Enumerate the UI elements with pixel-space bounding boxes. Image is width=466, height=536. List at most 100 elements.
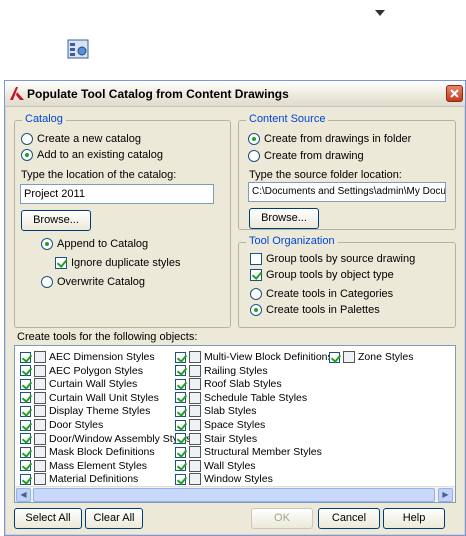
object-label: AEC Polygon Styles (49, 364, 143, 377)
radio-button[interactable] (250, 304, 262, 316)
dropdown-arrow-icon[interactable] (371, 6, 389, 20)
checkbox[interactable] (175, 433, 186, 445)
object-list-item[interactable]: Wall Styles (175, 459, 256, 473)
checkbox[interactable] (20, 433, 31, 445)
checkbox[interactable] (175, 446, 186, 458)
tool-catalog-icon[interactable] (67, 38, 91, 60)
select-all-button[interactable]: Select All (14, 508, 82, 529)
checkbox[interactable] (20, 351, 31, 363)
object-list-item[interactable]: Door Styles (20, 418, 103, 432)
radio-button[interactable] (41, 238, 53, 250)
radio-button[interactable] (248, 150, 260, 162)
checkbox[interactable] (55, 257, 67, 269)
create-new-catalog-label: Create a new catalog (37, 133, 141, 145)
checkbox[interactable] (175, 378, 186, 390)
object-list-item[interactable]: Mask Block Definitions (20, 445, 155, 459)
checkbox[interactable] (20, 460, 31, 472)
object-list-item[interactable]: Space Styles (175, 418, 265, 432)
object-list-item[interactable]: AEC Polygon Styles (20, 364, 143, 378)
checkbox[interactable] (175, 405, 186, 417)
objects-list[interactable]: AEC Dimension Styles AEC Polygon Styles Cu… (14, 345, 456, 503)
object-list-item[interactable]: Slab Styles (175, 404, 257, 418)
object-list-item[interactable]: Structural Member Styles (175, 445, 322, 459)
objects-heading: Create tools for the following objects: (17, 331, 198, 343)
create-new-catalog-radio[interactable]: Create a new catalog (21, 133, 141, 145)
catalog-group: Catalog Create a new catalog Add to an e… (14, 113, 231, 328)
checkbox[interactable] (175, 392, 186, 404)
horizontal-scrollbar[interactable]: ◀ ▶ (15, 486, 455, 502)
add-existing-catalog-radio[interactable]: Add to an existing catalog (21, 149, 163, 161)
radio-button[interactable] (250, 288, 262, 300)
checkbox[interactable] (20, 405, 31, 417)
checkbox[interactable] (20, 419, 31, 431)
object-list-item[interactable]: Curtain Wall Styles (20, 377, 137, 391)
scroll-right-button[interactable]: ▶ (438, 488, 453, 502)
checkbox[interactable] (329, 351, 340, 363)
object-list-item[interactable]: Curtain Wall Unit Styles (20, 391, 159, 405)
object-label: Curtain Wall Styles (49, 378, 138, 391)
object-list-item[interactable]: Roof Slab Styles (175, 377, 282, 391)
object-list-item[interactable]: Door/Window Assembly Styles (20, 432, 191, 446)
object-list-item[interactable]: Schedule Table Styles (175, 391, 307, 405)
object-label: Mask Block Definitions (49, 446, 155, 459)
ignore-duplicates-checkbox[interactable]: Ignore duplicate styles (55, 257, 180, 269)
group-by-drawing-checkbox[interactable]: Group tools by source drawing (250, 253, 415, 265)
object-label: Display Theme Styles (49, 405, 151, 418)
scroll-thumb[interactable] (33, 488, 435, 502)
radio-button[interactable] (248, 133, 260, 145)
clear-all-button[interactable]: Clear All (85, 508, 143, 529)
checkbox[interactable] (20, 392, 31, 404)
help-button[interactable]: Help (383, 508, 445, 529)
from-drawing-radio[interactable]: Create from drawing (248, 150, 364, 162)
object-list-item[interactable]: Material Definitions (20, 472, 138, 486)
radio-button[interactable] (21, 133, 33, 145)
scroll-left-button[interactable]: ◀ (16, 488, 31, 502)
overwrite-catalog-radio[interactable]: Overwrite Catalog (41, 276, 145, 288)
checkbox[interactable] (20, 446, 31, 458)
object-label: Stair Styles (204, 432, 258, 445)
object-list-item[interactable]: Multi-View Block Definitions (175, 350, 333, 364)
checkbox[interactable] (250, 253, 262, 265)
source-browse-button[interactable]: Browse... (249, 208, 319, 229)
object-list-item[interactable]: Railing Styles (175, 364, 268, 378)
radio-button[interactable] (41, 276, 53, 288)
checkbox[interactable] (175, 473, 186, 485)
ok-button[interactable]: OK (251, 508, 313, 529)
close-button[interactable] (446, 85, 463, 102)
source-location-input[interactable]: C:\Documents and Settings\admin\My Docum… (248, 182, 446, 202)
object-type-icon (189, 419, 201, 431)
group-by-type-checkbox[interactable]: Group tools by object type (250, 269, 394, 281)
tools-in-categories-radio[interactable]: Create tools in Categories (250, 288, 393, 300)
object-list-item[interactable]: Zone Styles (329, 350, 413, 364)
object-list-item[interactable]: Stair Styles (175, 432, 257, 446)
object-list-item[interactable]: Window Styles (175, 472, 273, 486)
tool-organization-group: Tool Organization Group tools by source … (238, 235, 456, 328)
radio-button[interactable] (21, 149, 33, 161)
object-type-icon (34, 378, 46, 391)
checkbox[interactable] (175, 351, 186, 363)
close-icon (450, 89, 459, 98)
cancel-button[interactable]: Cancel (318, 508, 380, 529)
append-catalog-radio[interactable]: Append to Catalog (41, 238, 148, 250)
checkbox[interactable] (20, 378, 31, 390)
object-type-icon (189, 432, 201, 445)
checkbox[interactable] (175, 365, 186, 377)
tools-in-palettes-radio[interactable]: Create tools in Palettes (250, 304, 380, 316)
catalog-location-input[interactable]: Project 2011 (20, 184, 214, 204)
checkbox[interactable] (20, 473, 31, 485)
group-by-drawing-label: Group tools by source drawing (266, 253, 416, 265)
checkbox[interactable] (20, 365, 31, 377)
catalog-browse-button[interactable]: Browse... (21, 210, 91, 231)
object-label: Window Styles (204, 473, 273, 486)
object-list-item[interactable]: Mass Element Styles (20, 459, 147, 473)
from-folder-radio[interactable]: Create from drawings in folder (248, 133, 411, 145)
checkbox[interactable] (250, 269, 262, 281)
object-type-icon (189, 378, 201, 391)
checkbox[interactable] (175, 419, 186, 431)
overwrite-catalog-label: Overwrite Catalog (57, 276, 146, 288)
object-list-item[interactable]: Display Theme Styles (20, 404, 150, 418)
object-list-item[interactable]: AEC Dimension Styles (20, 350, 155, 364)
object-label: Roof Slab Styles (204, 378, 282, 391)
checkbox[interactable] (175, 460, 186, 472)
object-label: Railing Styles (204, 364, 268, 377)
